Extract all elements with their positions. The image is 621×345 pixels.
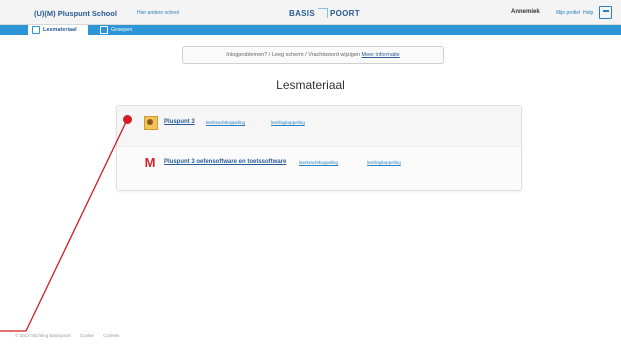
copyright: © 2013 Stichting Basispoort bbox=[15, 333, 71, 338]
footer-link[interactable]: Cookies bbox=[103, 333, 119, 338]
callout-line bbox=[0, 119, 128, 332]
footer-link[interactable]: Cookie bbox=[80, 333, 94, 338]
footer: © 2013 Stichting Basispoort Cookie Cooki… bbox=[15, 333, 127, 338]
callout-dot bbox=[123, 115, 132, 124]
